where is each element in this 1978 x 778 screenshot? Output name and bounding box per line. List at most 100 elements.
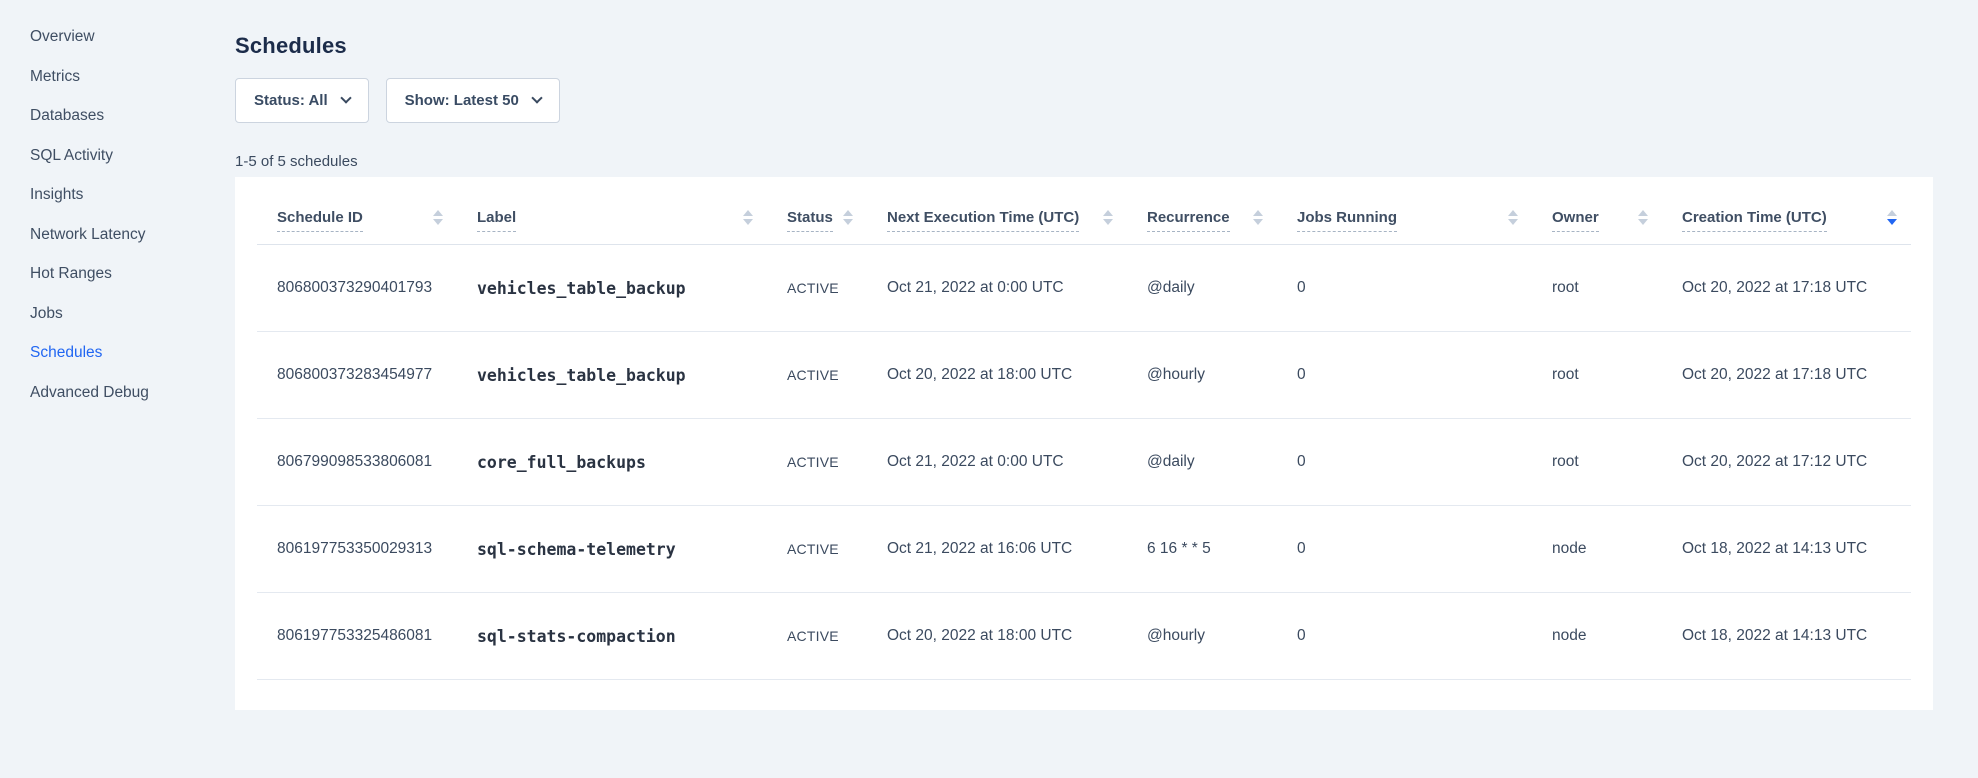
table-row: 806197753325486081sql-stats-compactionAC…: [257, 593, 1911, 680]
show-filter-dropdown[interactable]: Show: Latest 50: [386, 78, 560, 123]
status-filter-label: Status: All: [254, 92, 328, 109]
cell-owner: node: [1532, 506, 1662, 593]
sidebar-item-sql-activity[interactable]: SQL Activity: [30, 147, 210, 165]
sort-up-icon: [1887, 210, 1897, 216]
sort-icon[interactable]: [1887, 210, 1897, 225]
cell-status: ACTIVE: [767, 419, 867, 506]
column-label: Recurrence: [1147, 209, 1230, 232]
cell-jobs-running: 0: [1277, 245, 1532, 332]
cell-jobs-running: 0: [1277, 593, 1532, 680]
status-filter-dropdown[interactable]: Status: All: [235, 78, 369, 123]
cell-label: sql-schema-telemetry: [457, 506, 767, 593]
cell-status: ACTIVE: [767, 245, 867, 332]
table-row: 806799098533806081core_full_backupsACTIV…: [257, 419, 1911, 506]
column-header-label[interactable]: Label: [457, 177, 767, 245]
sort-down-icon: [1253, 219, 1263, 225]
cell-next-execution-time: Oct 21, 2022 at 16:06 UTC: [867, 506, 1127, 593]
results-summary: 1-5 of 5 schedules: [235, 153, 1933, 170]
cell-status: ACTIVE: [767, 506, 867, 593]
sort-icon[interactable]: [1253, 210, 1263, 225]
cell-schedule-id: 806800373290401793: [257, 245, 457, 332]
column-header-creation-time-utc[interactable]: Creation Time (UTC): [1662, 177, 1911, 245]
cell-schedule-id: 806800373283454977: [257, 332, 457, 419]
sort-up-icon: [1253, 210, 1263, 216]
sort-icon[interactable]: [1103, 210, 1113, 225]
schedules-table-card: Schedule ID Label Status Next Execution …: [235, 177, 1933, 710]
page-title: Schedules: [235, 33, 1933, 59]
cell-recurrence: @daily: [1127, 245, 1277, 332]
column-header-schedule-id[interactable]: Schedule ID: [257, 177, 457, 245]
chevron-down-icon: [531, 92, 542, 103]
sort-down-icon: [1887, 219, 1897, 225]
chevron-down-icon: [340, 92, 351, 103]
main-content: Schedules Status: All Show: Latest 50 1-…: [235, 0, 1933, 710]
cell-creation-time: Oct 20, 2022 at 17:12 UTC: [1662, 419, 1911, 506]
sort-up-icon: [743, 210, 753, 216]
cell-jobs-running: 0: [1277, 506, 1532, 593]
sidebar-item-databases[interactable]: Databases: [30, 107, 210, 125]
table-row: 806800373290401793vehicles_table_backupA…: [257, 245, 1911, 332]
sidebar-item-advanced-debug[interactable]: Advanced Debug: [30, 384, 210, 402]
sort-up-icon: [1103, 210, 1113, 216]
column-header-owner[interactable]: Owner: [1532, 177, 1662, 245]
cell-recurrence: 6 16 * * 5: [1127, 506, 1277, 593]
sidebar-item-schedules[interactable]: Schedules: [30, 344, 210, 362]
sidebar-item-hot-ranges[interactable]: Hot Ranges: [30, 265, 210, 283]
column-label: Label: [477, 209, 516, 232]
sort-down-icon: [743, 219, 753, 225]
cell-owner: root: [1532, 419, 1662, 506]
sort-up-icon: [1638, 210, 1648, 216]
column-label: Next Execution Time (UTC): [887, 209, 1079, 232]
cell-owner: root: [1532, 245, 1662, 332]
sidebar: Overview Metrics Databases SQL Activity Insi…: [30, 28, 210, 423]
column-label: Creation Time (UTC): [1682, 209, 1827, 232]
column-header-recurrence[interactable]: Recurrence: [1127, 177, 1277, 245]
sort-up-icon: [1508, 210, 1518, 216]
cell-creation-time: Oct 20, 2022 at 17:18 UTC: [1662, 332, 1911, 419]
sort-icon[interactable]: [743, 210, 753, 225]
cell-status: ACTIVE: [767, 593, 867, 680]
cell-schedule-id: 806799098533806081: [257, 419, 457, 506]
sidebar-item-overview[interactable]: Overview: [30, 28, 210, 46]
column-label: Jobs Running: [1297, 209, 1397, 232]
table-row: 806800373283454977vehicles_table_backupA…: [257, 332, 1911, 419]
cell-label: vehicles_table_backup: [457, 332, 767, 419]
filter-bar: Status: All Show: Latest 50: [235, 78, 1933, 123]
column-header-jobs-running[interactable]: Jobs Running: [1277, 177, 1532, 245]
sort-up-icon: [433, 210, 443, 216]
cell-recurrence: @hourly: [1127, 593, 1277, 680]
cell-recurrence: @hourly: [1127, 332, 1277, 419]
schedules-table: Schedule ID Label Status Next Execution …: [257, 177, 1911, 680]
column-label: Schedule ID: [277, 209, 363, 232]
cell-recurrence: @daily: [1127, 419, 1277, 506]
sort-icon[interactable]: [843, 210, 853, 225]
sort-icon[interactable]: [433, 210, 443, 225]
cell-jobs-running: 0: [1277, 419, 1532, 506]
table-header-row: Schedule ID Label Status Next Execution …: [257, 177, 1911, 245]
sort-down-icon: [1508, 219, 1518, 225]
column-label: Owner: [1552, 209, 1599, 232]
cell-schedule-id: 806197753325486081: [257, 593, 457, 680]
cell-next-execution-time: Oct 21, 2022 at 0:00 UTC: [867, 245, 1127, 332]
cell-next-execution-time: Oct 20, 2022 at 18:00 UTC: [867, 332, 1127, 419]
sort-icon[interactable]: [1508, 210, 1518, 225]
cell-status: ACTIVE: [767, 332, 867, 419]
cell-owner: node: [1532, 593, 1662, 680]
cell-creation-time: Oct 18, 2022 at 14:13 UTC: [1662, 593, 1911, 680]
sidebar-item-network-latency[interactable]: Network Latency: [30, 226, 210, 244]
sort-up-icon: [843, 210, 853, 216]
cell-owner: root: [1532, 332, 1662, 419]
show-filter-label: Show: Latest 50: [405, 92, 519, 109]
cell-creation-time: Oct 20, 2022 at 17:18 UTC: [1662, 245, 1911, 332]
sort-down-icon: [1103, 219, 1113, 225]
column-header-next-execution-time-utc[interactable]: Next Execution Time (UTC): [867, 177, 1127, 245]
cell-creation-time: Oct 18, 2022 at 14:13 UTC: [1662, 506, 1911, 593]
sidebar-item-jobs[interactable]: Jobs: [30, 305, 210, 323]
sidebar-item-metrics[interactable]: Metrics: [30, 68, 210, 86]
cell-schedule-id: 806197753350029313: [257, 506, 457, 593]
column-header-status[interactable]: Status: [767, 177, 867, 245]
table-row: 806197753350029313sql-schema-telemetryAC…: [257, 506, 1911, 593]
sidebar-item-insights[interactable]: Insights: [30, 186, 210, 204]
cell-label: sql-stats-compaction: [457, 593, 767, 680]
sort-icon[interactable]: [1638, 210, 1648, 225]
